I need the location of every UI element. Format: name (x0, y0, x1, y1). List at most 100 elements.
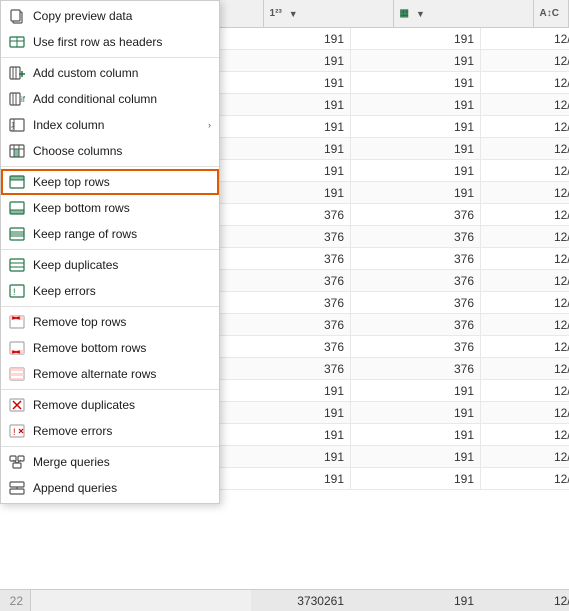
menu-icon-table (9, 34, 25, 50)
menu-icon-choose (9, 143, 25, 159)
svg-text:!: ! (13, 427, 16, 437)
cell-customer-15: 376 (351, 336, 481, 357)
bottom-hidden-cell (30, 590, 31, 611)
cell-customer-6: 191 (351, 138, 481, 159)
cell-sale-16: 376 (251, 358, 351, 379)
menu-icon-remove-top (9, 314, 25, 330)
cell-date-21: 12/30/2000 (481, 468, 569, 489)
menu-label-add-custom-col: Add custom column (33, 66, 211, 80)
cell-date-4: 12/30/2000 (481, 94, 569, 115)
menu-item-index-column[interactable]: 12 Index column › (1, 112, 219, 138)
separator-separator6 (1, 446, 219, 447)
cell-sale-12: 376 (251, 270, 351, 291)
menu-label-keep-errors: Keep errors (33, 284, 211, 298)
menu-item-remove-errors[interactable]: ! Remove errors (1, 418, 219, 444)
cell-customer-7: 191 (351, 160, 481, 181)
cell-date-6: 12/30/2000 (481, 138, 569, 159)
invoice-date-dropdown-btn[interactable]: ▼ (415, 9, 426, 19)
menu-icon-remove-dup (9, 397, 25, 413)
cell-date-2: 12/30/2000 (481, 50, 569, 71)
col-header-invoice-date[interactable]: ▦ ▼ (394, 0, 534, 27)
bottom-row-num: 22 (0, 590, 30, 611)
cell-date-1: 12/30/2000 (481, 28, 569, 49)
bottom-row: 22 3730261 191 12/30/2000 Developer joke… (0, 589, 569, 611)
cell-date-11: 12/30/2000 (481, 248, 569, 269)
menu-item-append-queries[interactable]: Append queries (1, 475, 219, 501)
cell-customer-3: 191 (351, 72, 481, 93)
menu-item-remove-alternate-rows[interactable]: Remove alternate rows (1, 361, 219, 387)
menu-label-remove-bottom-rows: Remove bottom rows (33, 341, 211, 355)
menu-icon-keep-top (9, 174, 25, 190)
cell-sale-19: 191 (251, 424, 351, 445)
cell-sale-2: 191 (251, 50, 351, 71)
col-header-customer-key[interactable]: 1²³ ▼ (264, 0, 394, 27)
cell-sale-11: 376 (251, 248, 351, 269)
menu-icon-col-add (9, 65, 25, 81)
menu-item-remove-duplicates[interactable]: Remove duplicates (1, 392, 219, 418)
menu-item-keep-duplicates[interactable]: Keep duplicates (1, 252, 219, 278)
col-type-icon-desc: A↕C (540, 8, 559, 19)
menu-label-keep-bottom-rows: Keep bottom rows (33, 201, 211, 215)
cell-sale-17: 191 (251, 380, 351, 401)
cell-date-5: 12/30/2000 (481, 116, 569, 137)
menu-item-add-custom-col[interactable]: Add custom column (1, 60, 219, 86)
cell-customer-10: 376 (351, 226, 481, 247)
menu-item-choose-columns[interactable]: Choose columns (1, 138, 219, 164)
menu-item-add-conditional-col[interactable]: if Add conditional column (1, 86, 219, 112)
cell-customer-14: 376 (351, 314, 481, 335)
menu-icon-col-cond: if (9, 91, 25, 107)
menu-item-keep-top-rows[interactable]: Keep top rows (1, 169, 219, 195)
cell-customer-20: 191 (351, 446, 481, 467)
menu-icon-append (9, 480, 25, 496)
menu-item-use-first-row[interactable]: Use first row as headers (1, 29, 219, 55)
cell-customer-18: 191 (351, 402, 481, 423)
menu-icon-keep-err: ! (9, 283, 25, 299)
menu-label-choose-columns: Choose columns (33, 144, 211, 158)
cell-date-3: 12/30/2000 (481, 72, 569, 93)
menu-icon-remove-err: ! (9, 423, 25, 439)
menu-item-copy-preview[interactable]: Copy preview data (1, 3, 219, 29)
cell-date-9: 12/30/2000 (481, 204, 569, 225)
cell-customer-13: 376 (351, 292, 481, 313)
separator-separator1 (1, 57, 219, 58)
menu-label-keep-duplicates: Keep duplicates (33, 258, 211, 272)
bottom-cell-customer: 191 (351, 590, 481, 611)
col-header-description[interactable]: A↕C (534, 0, 569, 27)
menu-icon-merge (9, 454, 25, 470)
cell-sale-13: 376 (251, 292, 351, 313)
separator-separator5 (1, 389, 219, 390)
menu-label-remove-alternate-rows: Remove alternate rows (33, 367, 211, 381)
menu-item-keep-errors[interactable]: ! Keep errors (1, 278, 219, 304)
menu-label-remove-top-rows: Remove top rows (33, 315, 211, 329)
cell-date-14: 12/30/2000 (481, 314, 569, 335)
cell-customer-21: 191 (351, 468, 481, 489)
col-type-icon-invoice: ▦ (400, 8, 409, 19)
menu-icon-keep-dup (9, 257, 25, 273)
context-menu: Copy preview data Use first row as heade… (0, 0, 220, 504)
cell-sale-4: 191 (251, 94, 351, 115)
cell-customer-17: 191 (351, 380, 481, 401)
cell-sale-8: 191 (251, 182, 351, 203)
menu-item-remove-bottom-rows[interactable]: Remove bottom rows (1, 335, 219, 361)
menu-icon-keep-bottom (9, 200, 25, 216)
menu-item-remove-top-rows[interactable]: Remove top rows (1, 309, 219, 335)
col-type-icon-customer: 1²³ (270, 8, 282, 19)
cell-sale-15: 376 (251, 336, 351, 357)
menu-label-remove-duplicates: Remove duplicates (33, 398, 211, 412)
menu-item-keep-bottom-rows[interactable]: Keep bottom rows (1, 195, 219, 221)
menu-item-keep-range-rows[interactable]: Keep range of rows (1, 221, 219, 247)
bottom-cell-date: 12/30/2000 (481, 590, 569, 611)
menu-label-append-queries: Append queries (33, 481, 211, 495)
cell-date-12: 12/30/2000 (481, 270, 569, 291)
cell-date-19: 12/30/2000 (481, 424, 569, 445)
cell-date-18: 12/30/2000 (481, 402, 569, 423)
cell-customer-1: 191 (351, 28, 481, 49)
customer-key-dropdown-btn[interactable]: ▼ (288, 9, 299, 19)
cell-customer-9: 376 (351, 204, 481, 225)
cell-customer-4: 191 (351, 94, 481, 115)
cell-customer-16: 376 (351, 358, 481, 379)
cell-date-7: 12/30/2000 (481, 160, 569, 181)
cell-sale-5: 191 (251, 116, 351, 137)
separator-separator3 (1, 249, 219, 250)
menu-item-merge-queries[interactable]: Merge queries (1, 449, 219, 475)
